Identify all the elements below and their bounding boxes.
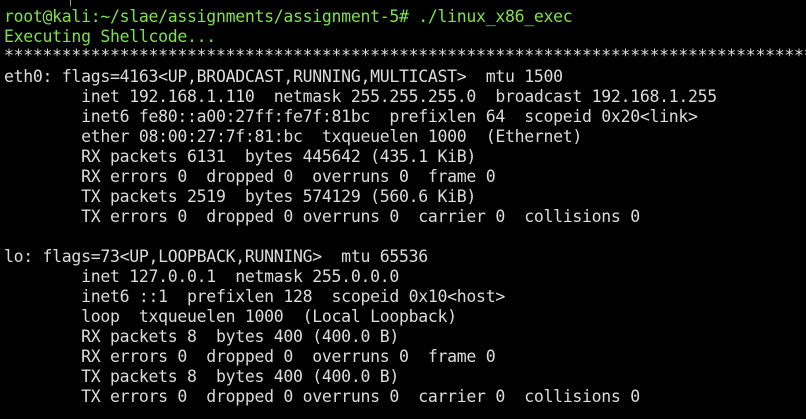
eth0-rx-errors: RX errors 0 dropped 0 overruns 0 frame 0 [4, 167, 496, 186]
prompt-line: root@kali:~/slae/assignments/assignment-… [4, 7, 573, 26]
lo-tx-errors: TX errors 0 dropped 0 overruns 0 carrier… [4, 387, 640, 406]
terminal-window[interactable]: root@kali:~/slae/assignments/assignment-… [0, 0, 806, 419]
eth0-tx-errors: TX errors 0 dropped 0 overruns 0 carrier… [4, 207, 640, 226]
executing-line: Executing Shellcode... [4, 27, 216, 46]
eth0-tx-packets: TX packets 2519 bytes 574129 (560.6 KiB) [4, 187, 477, 206]
separator-line: ****************************************… [4, 46, 806, 65]
eth0-inet6: inet6 fe80::a00:27ff:fe7f:81bc prefixlen… [4, 107, 698, 126]
lo-rx-errors: RX errors 0 dropped 0 overruns 0 frame 0 [4, 347, 496, 366]
eth0-header: eth0: flags=4163<UP,BROADCAST,RUNNING,MU… [4, 67, 563, 86]
lo-inet6: inet6 ::1 prefixlen 128 scopeid 0x10<hos… [4, 287, 505, 306]
lo-header: lo: flags=73<UP,LOOPBACK,RUNNING> mtu 65… [4, 247, 428, 266]
lo-tx-packets: TX packets 8 bytes 400 (400.0 B) [4, 367, 399, 386]
eth0-ether: ether 08:00:27:7f:81:bc txqueuelen 1000 … [4, 127, 583, 146]
eth0-inet: inet 192.168.1.110 netmask 255.255.255.0… [4, 87, 717, 106]
lo-loop: loop txqueuelen 1000 (Local Loopback) [4, 307, 457, 326]
cursor-artifact [70, 0, 71, 6]
lo-rx-packets: RX packets 8 bytes 400 (400.0 B) [4, 327, 399, 346]
lo-inet: inet 127.0.0.1 netmask 255.0.0.0 [4, 267, 399, 286]
eth0-rx-packets: RX packets 6131 bytes 445642 (435.1 KiB) [4, 147, 477, 166]
